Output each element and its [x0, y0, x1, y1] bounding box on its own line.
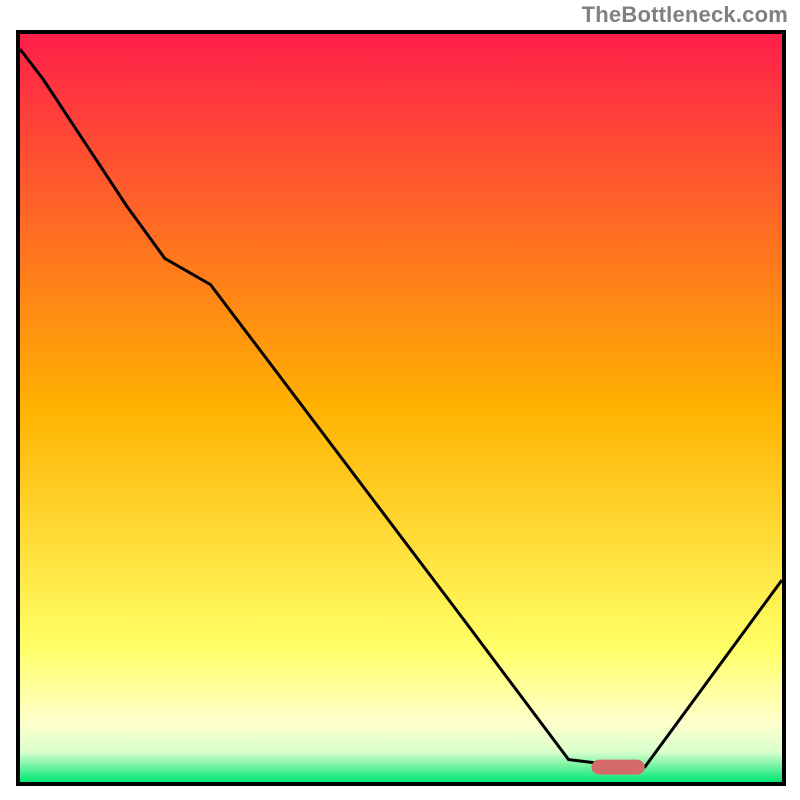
watermark-text: TheBottleneck.com	[582, 2, 788, 28]
chart-svg	[20, 34, 782, 782]
chart-frame	[16, 30, 786, 786]
chart-background	[20, 34, 782, 782]
sweet-spot-marker	[592, 760, 645, 775]
